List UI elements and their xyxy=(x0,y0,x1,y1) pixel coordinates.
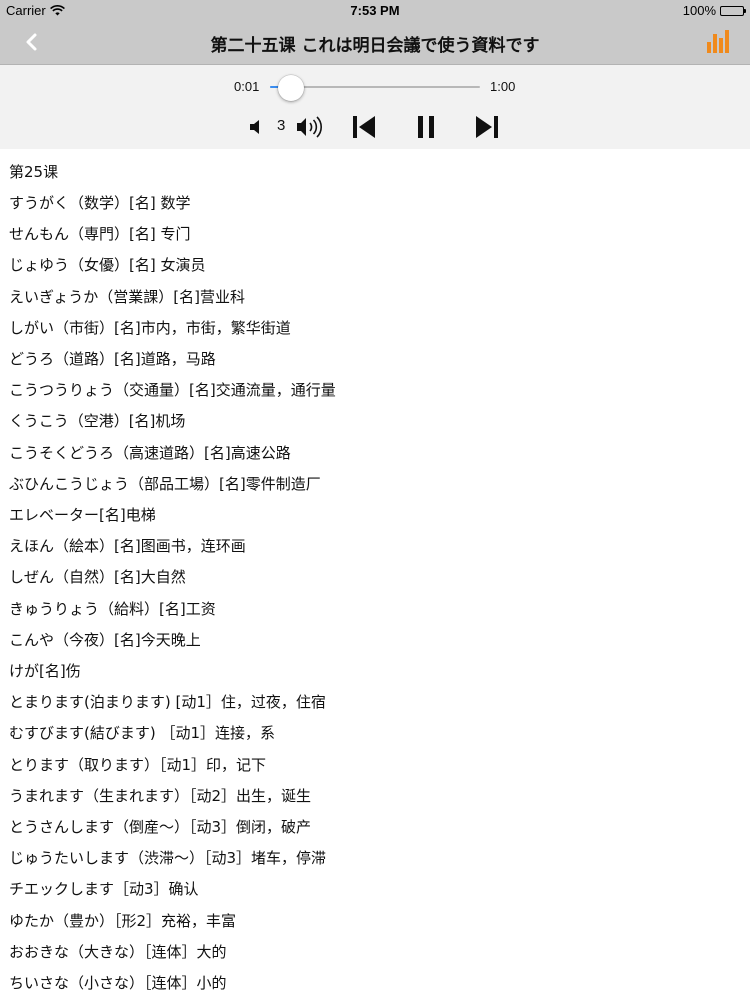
slider-thumb[interactable] xyxy=(278,75,305,101)
lesson-line: こうそくどうろ（高速道路）[名]高速公路 xyxy=(9,444,291,462)
skip-previous-icon[interactable] xyxy=(351,114,377,140)
pause-icon[interactable] xyxy=(414,114,438,140)
lesson-line: 第25课 xyxy=(9,163,59,181)
lesson-line: せんもん（専門）[名] 专门 xyxy=(9,225,191,243)
lesson-line: とります（取ります）［动1］印，记下 xyxy=(9,756,267,774)
navigation-bar: 第二十五课 これは明日会議で使う資料です xyxy=(0,20,750,65)
volume-down-icon[interactable] xyxy=(249,119,265,135)
clock: 7:53 PM xyxy=(350,3,400,18)
lesson-line: とまります(泊まります) [动1］住，过夜，住宿 xyxy=(9,693,326,711)
equalizer-icon[interactable] xyxy=(706,28,732,54)
lesson-line: むすびます(結びます) ［动1］连接，系 xyxy=(9,724,276,742)
lesson-line: チエックします［动3］确认 xyxy=(9,880,199,898)
audio-player: 0:01 1:00 3 xyxy=(0,65,750,149)
lesson-line: すうがく（数学）[名] 数学 xyxy=(9,194,191,212)
lesson-line: ちいさな（小さな）［连体］小的 xyxy=(9,974,227,992)
volume-level: 3 xyxy=(277,117,286,134)
lesson-line: こうつうりょう（交通量）[名]交通流量，通行量 xyxy=(9,381,336,399)
volume-up-icon[interactable] xyxy=(296,115,326,139)
lesson-line: おおきな（大きな）［连体］大的 xyxy=(9,943,227,961)
lesson-line: けが[名]伤 xyxy=(9,662,81,680)
lesson-line: じゅうたいします（渋滞～）［动3］堵车，停滞 xyxy=(9,849,327,867)
battery-icon xyxy=(720,5,746,16)
lesson-line: こんや（今夜）[名]今天晚上 xyxy=(9,631,201,649)
progress-slider[interactable] xyxy=(270,75,480,101)
lesson-text: 第25课 すうがく（数学）[名] 数学 せんもん（専門）[名] 专门 じょゆう（… xyxy=(0,150,750,1000)
status-bar: Carrier 7:53 PM 100% xyxy=(0,0,750,20)
battery-percent: 100% xyxy=(682,3,716,18)
duration-time: 1:00 xyxy=(490,79,516,94)
lesson-line: じょゆう（女優）[名] 女演员 xyxy=(9,256,206,274)
lesson-line: しがい（市街）[名]市内，市街，繁华街道 xyxy=(9,319,291,337)
lesson-line: ぶひんこうじょう（部品工場）[名]零件制造厂 xyxy=(9,475,321,493)
lesson-line: くうこう（空港）[名]机场 xyxy=(9,412,186,430)
lesson-line: どうろ（道路）[名]道路，马路 xyxy=(9,350,216,368)
elapsed-time: 0:01 xyxy=(234,79,260,94)
lesson-line: きゅうりょう（給料）[名]工资 xyxy=(9,600,216,618)
lesson-line: エレベーター[名]电梯 xyxy=(9,506,156,524)
lesson-line: しぜん（自然）[名]大自然 xyxy=(9,568,186,586)
skip-next-icon[interactable] xyxy=(474,114,500,140)
lesson-line: ゆたか（豊か）［形2］充裕，丰富 xyxy=(9,912,237,930)
lesson-line: とうさんします（倒産～）［动3］倒闭，破产 xyxy=(9,818,312,836)
battery-indicator: 100% xyxy=(682,3,746,18)
playback-controls: 3 xyxy=(0,109,750,143)
page-title: 第二十五课 これは明日会議で使う資料です xyxy=(210,36,540,56)
lesson-line: えいぎょうか（営業課）[名]营业科 xyxy=(9,288,245,306)
lesson-line: うまれます（生まれます）［动2］出生，诞生 xyxy=(9,787,312,805)
lesson-line: えほん（絵本）[名]图画书，连环画 xyxy=(9,537,246,555)
